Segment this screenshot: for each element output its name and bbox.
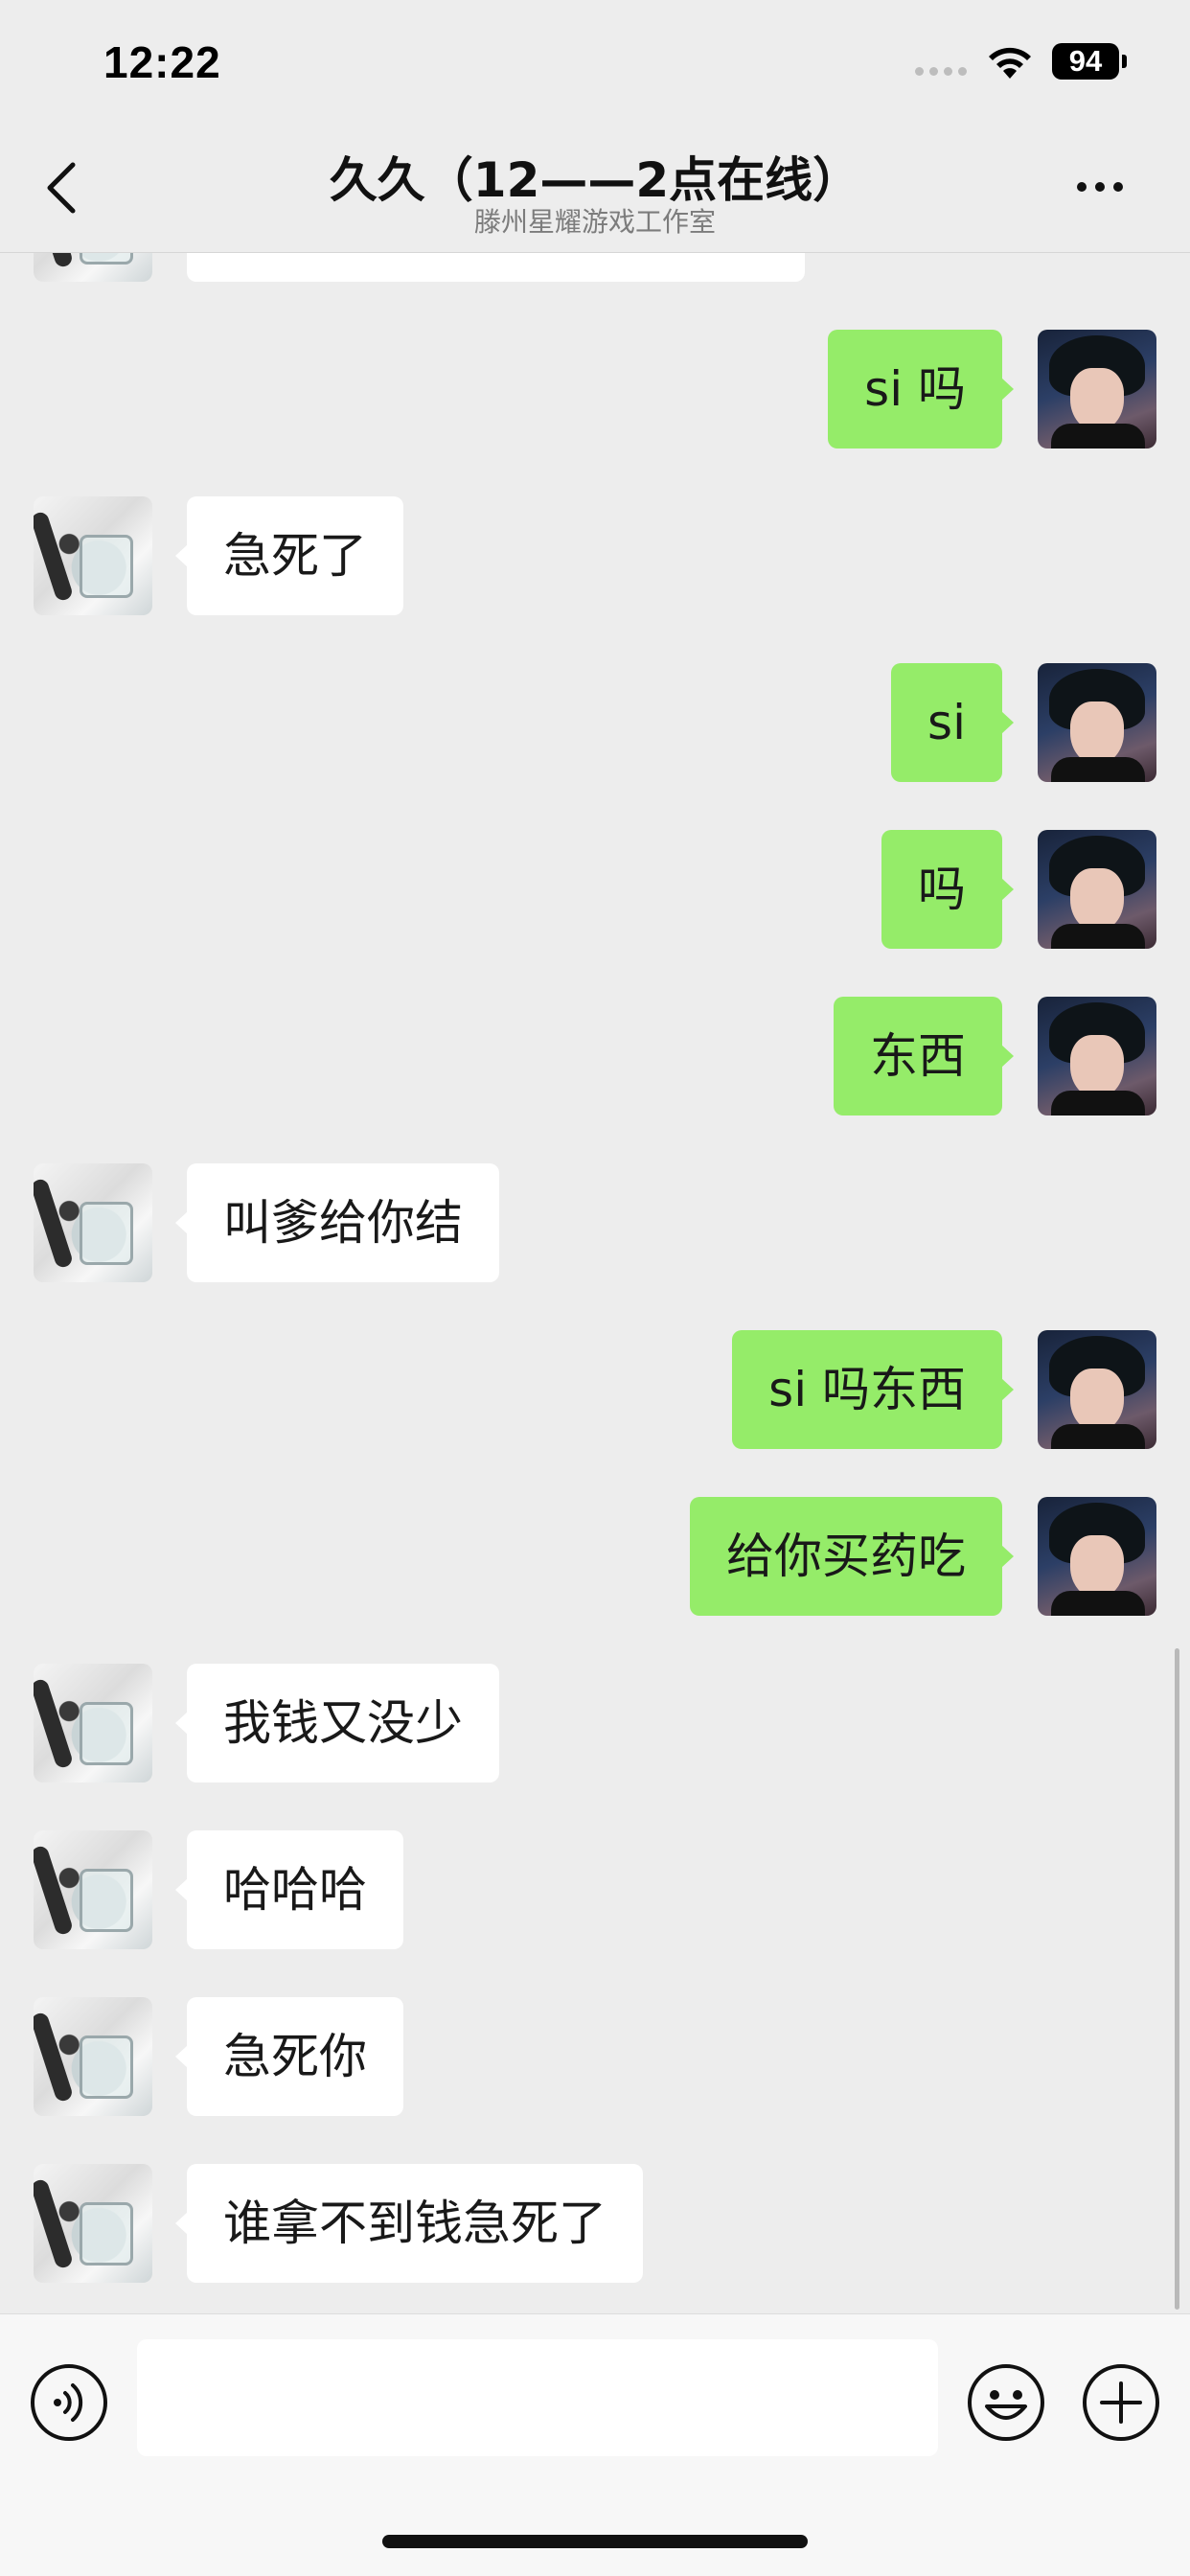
- home-indicator[interactable]: [382, 2535, 808, 2548]
- chat-header: 久久（12——2点在线） 滕州星耀游戏工作室: [0, 125, 1190, 253]
- plus-circle-icon[interactable]: [1081, 2362, 1161, 2443]
- avatar-contact[interactable]: [34, 1830, 152, 1949]
- message-row: 叫爹给你结: [0, 1163, 1190, 1282]
- message-bubble-sent[interactable]: 东西: [834, 997, 1014, 1116]
- chat-subtitle: 滕州星耀游戏工作室: [473, 206, 716, 238]
- message-bubble-sent[interactable]: si 吗东西: [732, 1330, 1014, 1449]
- message-row: 谁拿不到钱急死了: [0, 2164, 1190, 2283]
- avatar-contact[interactable]: [34, 1163, 152, 1282]
- message-row: 我钱又没少: [0, 1664, 1190, 1782]
- wifi-icon: [989, 47, 1031, 79]
- avatar-self[interactable]: [1038, 830, 1156, 949]
- message-bubble-received[interactable]: 急死了: [175, 496, 403, 615]
- message-bubble-received[interactable]: 哈哈哈: [175, 1830, 403, 1949]
- status-bar: 12:22 94: [0, 0, 1190, 125]
- message-row: 给你买药吃: [0, 1497, 1190, 1616]
- message-bubble-received[interactable]: 急死你: [175, 1997, 403, 2116]
- avatar-self[interactable]: [1038, 1497, 1156, 1616]
- avatar-contact[interactable]: [34, 1997, 152, 2116]
- message-bubble-sent[interactable]: 吗: [881, 830, 1014, 949]
- avatar-contact[interactable]: [34, 2164, 152, 2283]
- more-button[interactable]: [1077, 182, 1123, 192]
- message-row: 吗: [0, 830, 1190, 949]
- battery-indicator: 94: [1052, 43, 1127, 80]
- message-row: 急死了: [0, 496, 1190, 615]
- message-bubble-received[interactable]: 谁拿不到钱急死了: [175, 2164, 643, 2283]
- avatar-self[interactable]: [1038, 1330, 1156, 1449]
- status-time: 12:22: [103, 37, 221, 87]
- message-input[interactable]: [137, 2339, 938, 2456]
- message-row: 急死你: [0, 1997, 1190, 2116]
- message-bubble-sent[interactable]: 给你买药吃: [690, 1497, 1014, 1616]
- avatar-self[interactable]: [1038, 663, 1156, 782]
- message-bubble-partial[interactable]: [187, 253, 805, 282]
- emoji-icon[interactable]: [966, 2362, 1046, 2443]
- avatar-contact[interactable]: [34, 1664, 152, 1782]
- more-dots-icon: [1077, 182, 1087, 192]
- avatar-self[interactable]: [1038, 330, 1156, 448]
- message-bubble-received[interactable]: 我钱又没少: [175, 1664, 499, 1782]
- cellular-signal-icon: [915, 67, 967, 76]
- message-bubble-received[interactable]: 叫爹给你结: [175, 1163, 499, 1282]
- scrollbar[interactable]: [1175, 1648, 1179, 2310]
- message-row: si: [0, 663, 1190, 782]
- avatar-contact-partial[interactable]: [34, 253, 152, 282]
- message-row: si 吗东西: [0, 1330, 1190, 1449]
- message-bubble-sent[interactable]: si: [891, 663, 1014, 782]
- message-row: si 吗: [0, 330, 1190, 448]
- avatar-contact[interactable]: [34, 496, 152, 615]
- avatar-self[interactable]: [1038, 997, 1156, 1116]
- message-row: 哈哈哈: [0, 1830, 1190, 1949]
- message-row: 东西: [0, 997, 1190, 1116]
- message-bubble-sent[interactable]: si 吗: [828, 330, 1014, 448]
- voice-icon[interactable]: [29, 2362, 109, 2443]
- message-list[interactable]: si 吗急死了 si 吗东西 叫爹给你结 si 吗东西 给你买药吃 我钱又没少 哈哈哈 急死你谁…: [0, 253, 1190, 2313]
